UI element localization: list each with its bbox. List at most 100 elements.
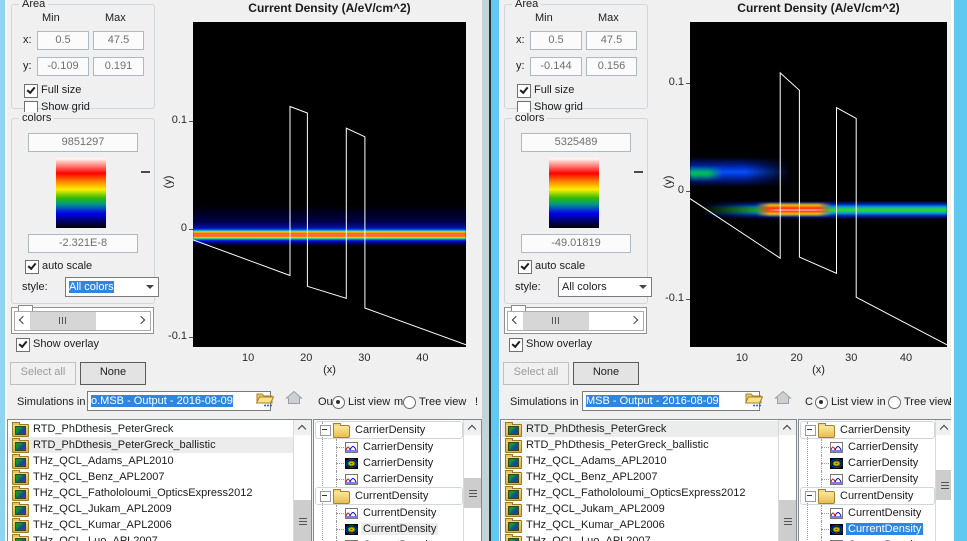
- show-overlay-checkbox[interactable]: [16, 338, 30, 352]
- auto-scale-checkbox[interactable]: [25, 260, 39, 274]
- simulation-folder-icon: [505, 440, 522, 453]
- y-tick-label: -0.1: [650, 292, 684, 304]
- list-item[interactable]: THz_QCL_Luo_APL2007: [9, 533, 293, 541]
- scroll-thumb[interactable]: [779, 500, 796, 541]
- list-vertical-scrollbar[interactable]: [778, 420, 796, 541]
- tree-item[interactable]: CurrentDensity: [800, 537, 935, 541]
- list-item[interactable]: RTD_PhDthesis_PeterGreck_ballistic: [9, 437, 293, 453]
- tree-item-label: CarrierDensity: [361, 457, 435, 469]
- tree-item[interactable]: CurrentDensity: [800, 505, 935, 521]
- horizontal-scrollbar[interactable]: [14, 311, 151, 331]
- scroll-thumb[interactable]: [523, 312, 589, 330]
- full-size-checkbox[interactable]: [517, 84, 531, 98]
- y-max-field[interactable]: 0.191: [93, 57, 144, 76]
- x-min-field[interactable]: 0.5: [530, 31, 582, 50]
- scroll-left-button[interactable]: [15, 312, 30, 330]
- scroll-up-button[interactable]: [464, 420, 481, 435]
- list-item[interactable]: THz_QCL_Benz_APL2007: [9, 469, 293, 485]
- auto-scale-checkbox[interactable]: [518, 260, 532, 274]
- none-button[interactable]: None: [573, 362, 639, 385]
- browse-folder-icon[interactable]: [745, 390, 765, 410]
- tree-item-label: CarrierDensity: [838, 424, 912, 436]
- tree-collapse-icon[interactable]: [805, 425, 816, 436]
- tree-item[interactable]: CarrierDensity: [800, 421, 935, 439]
- scroll-thumb[interactable]: [464, 478, 481, 508]
- show-overlay-checkbox[interactable]: [509, 338, 523, 352]
- tree-item[interactable]: CurrentDensity: [315, 505, 463, 521]
- scroll-thumb[interactable]: [294, 500, 311, 541]
- list-view-radio[interactable]: [332, 396, 345, 409]
- tree-item[interactable]: CurrentDensity: [315, 487, 463, 505]
- tree-item[interactable]: CarrierDensity: [800, 471, 935, 487]
- home-icon[interactable]: [285, 390, 303, 408]
- tree-collapse-icon[interactable]: [805, 491, 816, 502]
- tree-item[interactable]: CarrierDensity: [315, 471, 463, 487]
- tree-item[interactable]: CarrierDensity: [315, 455, 463, 471]
- list-item[interactable]: THz_QCL_Jukam_APL2009: [9, 501, 293, 517]
- tree-item[interactable]: CurrentDensity: [315, 521, 463, 537]
- color-min-field[interactable]: -2.321E-8: [28, 234, 138, 253]
- scroll-thumb[interactable]: [30, 312, 96, 330]
- y-max-field[interactable]: 0.156: [586, 57, 637, 76]
- tree-vertical-scrollbar[interactable]: [463, 420, 481, 541]
- tree-item[interactable]: CurrentDensity: [800, 487, 935, 505]
- list-item[interactable]: THz_QCL_Jukam_APL2009: [502, 501, 778, 517]
- x-tick-label: 40: [891, 352, 921, 364]
- list-view-label: List view: [348, 396, 390, 408]
- list-item[interactable]: RTD_PhDthesis_PeterGreck: [9, 421, 293, 437]
- color-min-field[interactable]: -49.01819: [521, 234, 631, 253]
- style-combobox[interactable]: All colors: [558, 277, 652, 297]
- x-tick-label: 30: [349, 352, 379, 364]
- list-item[interactable]: THz_QCL_Kumar_APL2006: [9, 517, 293, 533]
- full-size-checkbox[interactable]: [24, 84, 38, 98]
- list-item[interactable]: THz_QCL_Kumar_APL2006: [502, 517, 778, 533]
- style-combobox[interactable]: All colors: [65, 277, 159, 297]
- scroll-track[interactable]: [96, 312, 135, 330]
- x-max-field[interactable]: 47.5: [586, 31, 637, 50]
- scroll-right-button[interactable]: [135, 312, 150, 330]
- list-view-radio[interactable]: [815, 396, 828, 409]
- scroll-left-button[interactable]: [508, 312, 523, 330]
- list-item[interactable]: THz_QCL_Adams_APL2010: [9, 453, 293, 469]
- tree-collapse-icon[interactable]: [320, 491, 331, 502]
- y-min-field[interactable]: -0.144: [530, 57, 582, 76]
- list-item[interactable]: RTD_PhDthesis_PeterGreck: [502, 421, 778, 437]
- home-icon[interactable]: [774, 390, 792, 408]
- color-max-field[interactable]: 5325489: [521, 133, 631, 152]
- tree-collapse-icon[interactable]: [320, 425, 331, 436]
- list-item[interactable]: THz_QCL_Fathololoumi_OpticsExpress2012: [502, 485, 778, 501]
- horizontal-scrollbar[interactable]: [507, 311, 644, 331]
- none-button[interactable]: None: [80, 362, 146, 385]
- list-item[interactable]: RTD_PhDthesis_PeterGreck_ballistic: [502, 437, 778, 453]
- scroll-track[interactable]: [589, 312, 628, 330]
- panel-splitter[interactable]: [482, 0, 489, 541]
- tree-item[interactable]: CarrierDensity: [315, 421, 463, 439]
- simulation-folder-icon: [12, 472, 29, 485]
- list-item[interactable]: THz_QCL_Fathololoumi_OpticsExpress2012: [9, 485, 293, 501]
- select-all-button[interactable]: Select all: [10, 362, 76, 385]
- simulations-combobox[interactable]: o.MSB - Output - 2016-08-09: [87, 391, 271, 411]
- select-all-button[interactable]: Select all: [503, 362, 569, 385]
- tree-item[interactable]: CarrierDensity: [315, 439, 463, 455]
- list-item[interactable]: THz_QCL_Luo_APL2007: [502, 533, 778, 541]
- x-max-field[interactable]: 47.5: [93, 31, 144, 50]
- tree-item[interactable]: CarrierDensity: [800, 455, 935, 471]
- color-max-field[interactable]: 9851297: [28, 133, 138, 152]
- tree-item[interactable]: CurrentDensity: [800, 521, 935, 537]
- tree-view-radio[interactable]: [888, 396, 901, 409]
- browse-folder-icon[interactable]: [256, 390, 276, 410]
- scroll-right-button[interactable]: [628, 312, 643, 330]
- app-window: Area Min Max x: 0.5 47.5 y: -0.109 0.191…: [0, 0, 967, 541]
- list-item-label: THz_QCL_Benz_APL2007: [33, 471, 164, 483]
- y-min-field[interactable]: -0.109: [37, 57, 89, 76]
- tree-view-radio[interactable]: [403, 396, 416, 409]
- x-min-field[interactable]: 0.5: [37, 31, 89, 50]
- scroll-up-button[interactable]: [779, 420, 796, 435]
- list-item[interactable]: THz_QCL_Benz_APL2007: [502, 469, 778, 485]
- tree-item[interactable]: CarrierDensity: [800, 439, 935, 455]
- scroll-up-button[interactable]: [294, 420, 311, 435]
- list-item[interactable]: THz_QCL_Adams_APL2010: [502, 453, 778, 469]
- tree-item[interactable]: CurrentDensity: [315, 537, 463, 541]
- simulations-combobox[interactable]: MSB - Output - 2016-08-09: [582, 391, 760, 411]
- list-vertical-scrollbar[interactable]: [293, 420, 311, 541]
